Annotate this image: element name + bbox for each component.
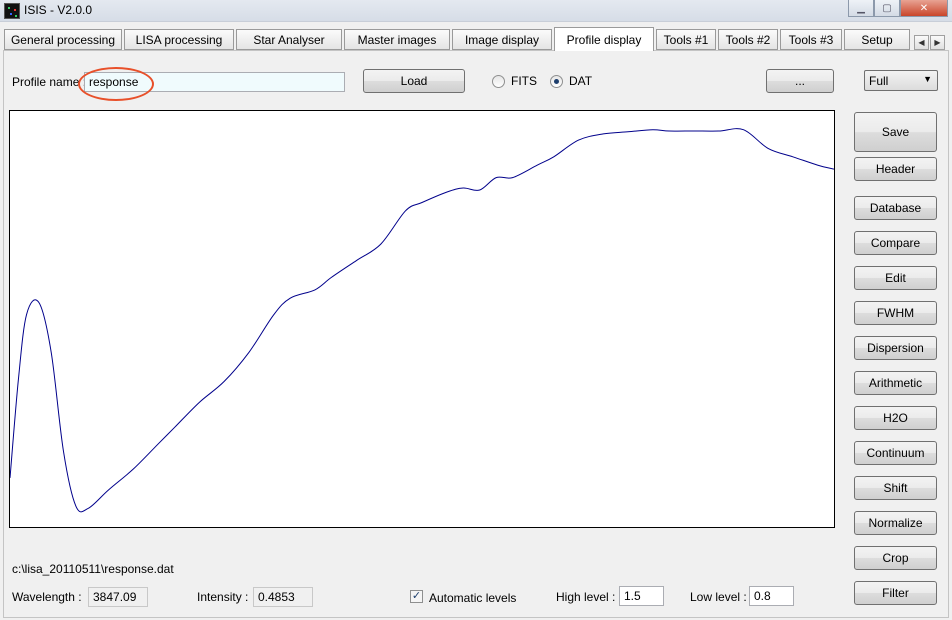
tab-scroll-right-icon[interactable]: ▶ [930, 35, 945, 50]
fwhm-button[interactable]: FWHM [854, 301, 937, 325]
app-logo-icon [4, 3, 20, 19]
maximize-icon[interactable]: ▢ [874, 0, 900, 17]
tab-general-processing[interactable]: General processing [4, 29, 122, 50]
profile-plot[interactable] [9, 110, 835, 528]
minimize-icon[interactable]: ▁ [848, 0, 874, 17]
chevron-down-icon: ▼ [923, 74, 932, 84]
compare-button[interactable]: Compare [854, 231, 937, 255]
filter-button[interactable]: Filter [854, 581, 937, 605]
automatic-levels-label: Automatic levels [429, 591, 517, 605]
automatic-levels-checkbox[interactable]: ✓ [410, 590, 423, 603]
tab-tools-1[interactable]: Tools #1 [656, 29, 716, 50]
tab-profile-display[interactable]: Profile display [554, 27, 654, 51]
high-level-input[interactable] [619, 586, 664, 606]
close-icon[interactable]: ✕ [900, 0, 948, 17]
tab-lisa-processing[interactable]: LISA processing [124, 29, 234, 50]
high-level-label: High level : [556, 590, 616, 604]
browse-button[interactable]: ... [766, 69, 834, 93]
normalize-button[interactable]: Normalize [854, 511, 937, 535]
dat-radio-label: DAT [569, 74, 593, 88]
edit-button[interactable]: Edit [854, 266, 937, 290]
wavelength-label: Wavelength : [12, 590, 82, 604]
database-button[interactable]: Database [854, 196, 937, 220]
highlight-annotation [78, 67, 154, 101]
tab-setup[interactable]: Setup [844, 29, 910, 50]
dat-radio[interactable] [550, 75, 563, 88]
tab-tools-2[interactable]: Tools #2 [718, 29, 778, 50]
tab-star-analyser[interactable]: Star Analyser [236, 29, 342, 50]
header-button[interactable]: Header [854, 157, 937, 181]
h2o-button[interactable]: H2O [854, 406, 937, 430]
low-level-input[interactable] [749, 586, 794, 606]
arithmetic-button[interactable]: Arithmetic [854, 371, 937, 395]
fits-radio[interactable] [492, 75, 505, 88]
zoom-select[interactable]: Full ▼ [864, 70, 938, 91]
tab-tools-3[interactable]: Tools #3 [780, 29, 842, 50]
dispersion-button[interactable]: Dispersion [854, 336, 937, 360]
tab-master-images[interactable]: Master images [344, 29, 450, 50]
shift-button[interactable]: Shift [854, 476, 937, 500]
continuum-button[interactable]: Continuum [854, 441, 937, 465]
title-bar: ISIS - V2.0.0 ▁ ▢ ✕ [0, 0, 952, 22]
intensity-field [253, 587, 313, 607]
wavelength-field [88, 587, 148, 607]
profile-curve [10, 128, 834, 513]
window-title: ISIS - V2.0.0 [24, 3, 93, 17]
zoom-select-value: Full [869, 74, 889, 88]
fits-radio-label: FITS [511, 74, 537, 88]
crop-button[interactable]: Crop [854, 546, 937, 570]
profile-name-label: Profile name : [12, 75, 87, 89]
intensity-label: Intensity : [197, 590, 249, 604]
save-button[interactable]: Save [854, 112, 937, 152]
file-path: c:\lisa_20110511\response.dat [12, 562, 174, 576]
low-level-label: Low level : [690, 590, 747, 604]
tab-image-display[interactable]: Image display [452, 29, 552, 50]
tab-scroll-left-icon[interactable]: ◀ [914, 35, 929, 50]
load-button[interactable]: Load [363, 69, 465, 93]
